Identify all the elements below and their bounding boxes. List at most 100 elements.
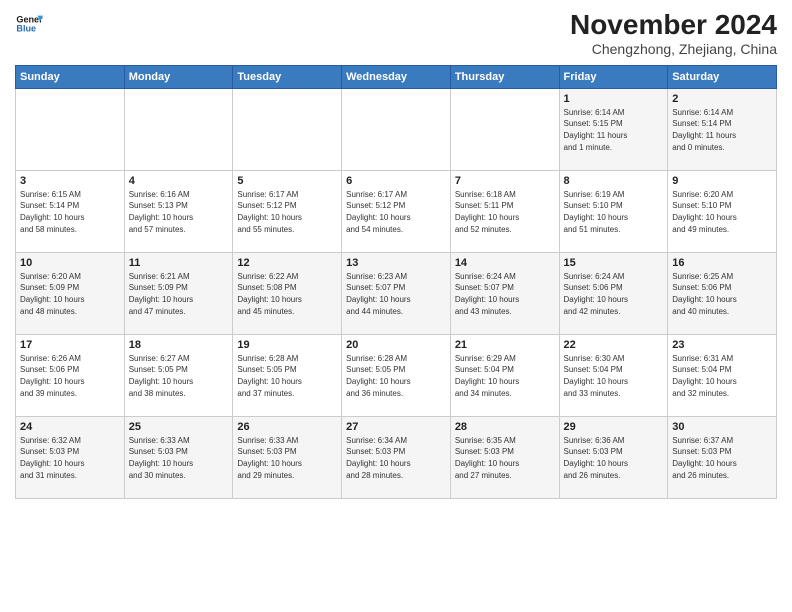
calendar-cell: 14 Sunrise: 6:24 AM Sunset: 5:07 PM Dayli… [450,252,559,334]
day-info: Sunrise: 6:20 AM Sunset: 5:09 PM Dayligh… [20,271,120,317]
calendar-cell: 23 Sunrise: 6:31 AM Sunset: 5:04 PM Dayli… [668,334,777,416]
day-info: Sunrise: 6:22 AM Sunset: 5:08 PM Dayligh… [237,271,337,317]
calendar-cell: 8 Sunrise: 6:19 AM Sunset: 5:10 PM Daylig… [559,170,668,252]
day-info: Sunrise: 6:30 AM Sunset: 5:04 PM Dayligh… [564,353,664,399]
day-info: Sunrise: 6:20 AM Sunset: 5:10 PM Dayligh… [672,189,772,235]
weekday-header: Thursday [450,65,559,88]
calendar-cell: 25Sunrise: 6:33 AM Sunset: 5:03 PM Dayli… [124,416,233,498]
day-number: 5 [237,175,337,187]
svg-text:Blue: Blue [16,24,36,34]
day-number: 3 [20,175,120,187]
calendar-cell: 1Sunrise: 6:14 AM Sunset: 5:15 PM Daylig… [559,88,668,170]
calendar-cell: 6Sunrise: 6:17 AM Sunset: 5:12 PM Daylig… [342,170,451,252]
logo-icon: General Blue [15,10,43,38]
day-info: Sunrise: 6:16 AM Sunset: 5:13 PM Dayligh… [129,189,229,235]
calendar-cell: 19Sunrise: 6:28 AM Sunset: 5:05 PM Dayli… [233,334,342,416]
calendar-cell: 11 Sunrise: 6:21 AM Sunset: 5:09 PM Dayli… [124,252,233,334]
calendar-cell: 15 Sunrise: 6:24 AM Sunset: 5:06 PM Dayli… [559,252,668,334]
day-number: 27 [346,421,446,433]
calendar-cell: 27 Sunrise: 6:34 AM Sunset: 5:03 PM Dayli… [342,416,451,498]
day-info: Sunrise: 6:19 AM Sunset: 5:10 PM Dayligh… [564,189,664,235]
calendar-cell: 28Sunrise: 6:35 AM Sunset: 5:03 PM Dayli… [450,416,559,498]
day-info: Sunrise: 6:15 AM Sunset: 5:14 PM Dayligh… [20,189,120,235]
calendar-cell: 16 Sunrise: 6:25 AM Sunset: 5:06 PM Dayli… [668,252,777,334]
day-number: 8 [564,175,664,187]
calendar-cell: 5 Sunrise: 6:17 AM Sunset: 5:12 PM Daylig… [233,170,342,252]
day-number: 9 [672,175,772,187]
calendar-cell: 30 Sunrise: 6:37 AM Sunset: 5:03 PM Dayli… [668,416,777,498]
weekday-header: Tuesday [233,65,342,88]
title-block: November 2024 Chengzhong, Zhejiang, Chin… [570,10,777,57]
day-info: Sunrise: 6:37 AM Sunset: 5:03 PM Dayligh… [672,435,772,481]
day-info: Sunrise: 6:28 AM Sunset: 5:05 PM Dayligh… [346,353,446,399]
day-number: 4 [129,175,229,187]
calendar-cell: 13Sunrise: 6:23 AM Sunset: 5:07 PM Dayli… [342,252,451,334]
day-number: 1 [564,93,664,105]
day-number: 14 [455,257,555,269]
day-info: Sunrise: 6:29 AM Sunset: 5:04 PM Dayligh… [455,353,555,399]
calendar-cell [16,88,125,170]
calendar-cell: 12 Sunrise: 6:22 AM Sunset: 5:08 PM Dayli… [233,252,342,334]
location-title: Chengzhong, Zhejiang, China [570,41,777,57]
calendar-cell: 22 Sunrise: 6:30 AM Sunset: 5:04 PM Dayli… [559,334,668,416]
day-info: Sunrise: 6:31 AM Sunset: 5:04 PM Dayligh… [672,353,772,399]
calendar-week-row: 17Sunrise: 6:26 AM Sunset: 5:06 PM Dayli… [16,334,777,416]
calendar-cell: 21Sunrise: 6:29 AM Sunset: 5:04 PM Dayli… [450,334,559,416]
day-number: 25 [129,421,229,433]
calendar-cell [342,88,451,170]
day-info: Sunrise: 6:33 AM Sunset: 5:03 PM Dayligh… [237,435,337,481]
day-number: 16 [672,257,772,269]
day-number: 22 [564,339,664,351]
day-info: Sunrise: 6:24 AM Sunset: 5:06 PM Dayligh… [564,271,664,317]
day-info: Sunrise: 6:34 AM Sunset: 5:03 PM Dayligh… [346,435,446,481]
calendar-week-row: 3 Sunrise: 6:15 AM Sunset: 5:14 PM Daylig… [16,170,777,252]
day-number: 17 [20,339,120,351]
calendar-cell [450,88,559,170]
calendar-cell [233,88,342,170]
day-number: 15 [564,257,664,269]
day-number: 12 [237,257,337,269]
calendar-cell: 24Sunrise: 6:32 AM Sunset: 5:03 PM Dayli… [16,416,125,498]
calendar-cell [124,88,233,170]
day-number: 18 [129,339,229,351]
calendar-cell: 26 Sunrise: 6:33 AM Sunset: 5:03 PM Dayli… [233,416,342,498]
weekday-header: Sunday [16,65,125,88]
day-number: 23 [672,339,772,351]
calendar-cell: 20 Sunrise: 6:28 AM Sunset: 5:05 PM Dayli… [342,334,451,416]
calendar-table: SundayMondayTuesdayWednesdayThursdayFrid… [15,65,777,499]
calendar-week-row: 24Sunrise: 6:32 AM Sunset: 5:03 PM Dayli… [16,416,777,498]
calendar-cell: 9 Sunrise: 6:20 AM Sunset: 5:10 PM Daylig… [668,170,777,252]
calendar-cell: 2Sunrise: 6:14 AM Sunset: 5:14 PM Daylig… [668,88,777,170]
weekday-header: Friday [559,65,668,88]
calendar-cell: 4 Sunrise: 6:16 AM Sunset: 5:13 PM Daylig… [124,170,233,252]
calendar-cell: 10 Sunrise: 6:20 AM Sunset: 5:09 PM Dayli… [16,252,125,334]
calendar-week-row: 10 Sunrise: 6:20 AM Sunset: 5:09 PM Dayli… [16,252,777,334]
header: General Blue November 2024 Chengzhong, Z… [15,10,777,57]
day-number: 26 [237,421,337,433]
weekday-header: Monday [124,65,233,88]
day-info: Sunrise: 6:23 AM Sunset: 5:07 PM Dayligh… [346,271,446,317]
day-number: 29 [564,421,664,433]
calendar-cell: 29Sunrise: 6:36 AM Sunset: 5:03 PM Dayli… [559,416,668,498]
day-number: 28 [455,421,555,433]
day-number: 30 [672,421,772,433]
calendar-cell: 18 Sunrise: 6:27 AM Sunset: 5:05 PM Dayli… [124,334,233,416]
day-info: Sunrise: 6:25 AM Sunset: 5:06 PM Dayligh… [672,271,772,317]
day-info: Sunrise: 6:21 AM Sunset: 5:09 PM Dayligh… [129,271,229,317]
day-info: Sunrise: 6:17 AM Sunset: 5:12 PM Dayligh… [237,189,337,235]
calendar-cell: 3 Sunrise: 6:15 AM Sunset: 5:14 PM Daylig… [16,170,125,252]
calendar-body: 1Sunrise: 6:14 AM Sunset: 5:15 PM Daylig… [16,88,777,498]
day-info: Sunrise: 6:14 AM Sunset: 5:14 PM Dayligh… [672,107,772,153]
calendar-header-row: SundayMondayTuesdayWednesdayThursdayFrid… [16,65,777,88]
weekday-header: Saturday [668,65,777,88]
day-number: 11 [129,257,229,269]
day-info: Sunrise: 6:18 AM Sunset: 5:11 PM Dayligh… [455,189,555,235]
calendar-cell: 7Sunrise: 6:18 AM Sunset: 5:11 PM Daylig… [450,170,559,252]
calendar-week-row: 1Sunrise: 6:14 AM Sunset: 5:15 PM Daylig… [16,88,777,170]
calendar-page: General Blue November 2024 Chengzhong, Z… [0,0,792,612]
day-info: Sunrise: 6:17 AM Sunset: 5:12 PM Dayligh… [346,189,446,235]
day-number: 20 [346,339,446,351]
day-number: 10 [20,257,120,269]
day-info: Sunrise: 6:24 AM Sunset: 5:07 PM Dayligh… [455,271,555,317]
day-info: Sunrise: 6:27 AM Sunset: 5:05 PM Dayligh… [129,353,229,399]
